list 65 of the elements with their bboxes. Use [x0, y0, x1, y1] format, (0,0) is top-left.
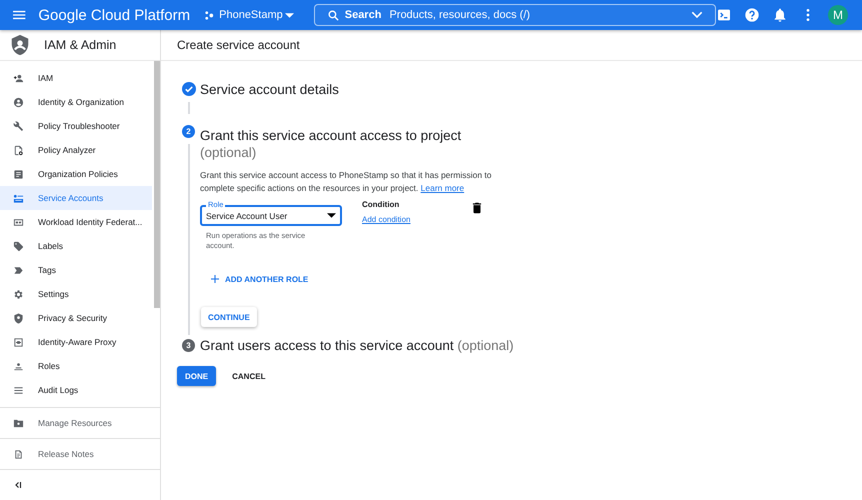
- sidebar-link[interactable]: Release Notes: [0, 439, 160, 470]
- shield-person-icon: [9, 34, 31, 56]
- folder-icon: [13, 418, 24, 428]
- tag-icon: [13, 240, 24, 252]
- sidebar-item[interactable]: Policy Analyzer: [0, 138, 152, 162]
- document-icon: [13, 168, 24, 180]
- sidebar-item[interactable]: Settings: [0, 282, 152, 306]
- service-account-icon: [13, 192, 24, 204]
- learn-more-link[interactable]: Learn more: [420, 183, 464, 193]
- scrollbar-thumb[interactable]: [154, 61, 160, 308]
- wrench-icon: [13, 120, 24, 132]
- sidebar-item[interactable]: Organization Policies: [0, 162, 152, 186]
- optional-label: (optional): [457, 338, 514, 353]
- person-add-icon: [13, 72, 24, 84]
- sidebar-link[interactable]: Manage Resources: [0, 408, 160, 439]
- caret-icon: [284, 12, 294, 18]
- search-icon: [326, 8, 340, 22]
- sidebar-title: IAM & Admin: [44, 38, 116, 52]
- product-name: Google Cloud Platform: [38, 6, 190, 24]
- notes-icon: [13, 448, 24, 460]
- plus-icon: [209, 273, 221, 285]
- add-another-role-button[interactable]: ADD ANOTHER ROLE: [209, 273, 308, 285]
- check-circle-icon: [182, 82, 196, 96]
- continue-button[interactable]: CONTINUE: [201, 307, 257, 327]
- sidebar-item[interactable]: Identity & Organization: [0, 90, 152, 114]
- roles-icon: [13, 360, 24, 372]
- add-condition-link[interactable]: Add condition: [362, 215, 410, 224]
- step-description: Grant this service account access to PhoneStamp so that it has permission to complete specific actions on the resources in your project. Learn more: [200, 169, 493, 195]
- sidebar-item[interactable]: Workload Identity Federat...: [0, 210, 152, 234]
- terminal-icon[interactable]: [716, 7, 732, 23]
- shield-icon: [13, 312, 24, 324]
- notifications-icon[interactable]: [772, 7, 788, 23]
- id-card-icon: [13, 216, 24, 228]
- search-input[interactable]: Products, resources, docs (/): [389, 9, 689, 21]
- optional-label: (optional): [200, 145, 256, 160]
- document-search-icon: [13, 144, 24, 156]
- sidebar-item[interactable]: Audit Logs: [0, 378, 152, 402]
- search-label: Search: [344, 9, 382, 21]
- sidebar-item[interactable]: Identity-Aware Proxy: [0, 330, 152, 354]
- caret-icon: [327, 213, 336, 218]
- step-title: Service account details: [200, 82, 339, 97]
- settings-icon: [13, 288, 24, 300]
- project-selector[interactable]: PhoneStamp: [204, 9, 294, 21]
- list-icon: [13, 384, 24, 396]
- step-title: Grant this service account access to project: [200, 128, 462, 143]
- condition-label: Condition: [362, 200, 400, 209]
- page-title: Create service account: [177, 38, 300, 52]
- step-title: Grant users access to this service account: [200, 338, 454, 353]
- project-dots-icon: [204, 10, 216, 20]
- trash-icon[interactable]: [470, 201, 484, 215]
- step-number: 3: [182, 339, 195, 352]
- cancel-button[interactable]: CANCEL: [232, 372, 266, 380]
- help-icon[interactable]: [744, 7, 760, 23]
- sidebar-item[interactable]: Roles: [0, 354, 152, 378]
- search-field[interactable]: Search Products, resources, docs (/): [314, 4, 716, 26]
- step-number: 2: [182, 125, 195, 138]
- sidebar-item[interactable]: IAM: [0, 66, 152, 90]
- sidebar-item[interactable]: Tags: [0, 258, 152, 282]
- proxy-icon: [13, 336, 24, 348]
- sidebar-item[interactable]: Privacy & Security: [0, 306, 152, 330]
- sidebar-item[interactable]: Service Accounts: [0, 186, 152, 210]
- tag-arrow-icon: [13, 264, 24, 276]
- sidebar-item[interactable]: Labels: [0, 234, 152, 258]
- sidebar-item[interactable]: Policy Troubleshooter: [0, 114, 152, 138]
- done-button[interactable]: DONE: [177, 366, 216, 386]
